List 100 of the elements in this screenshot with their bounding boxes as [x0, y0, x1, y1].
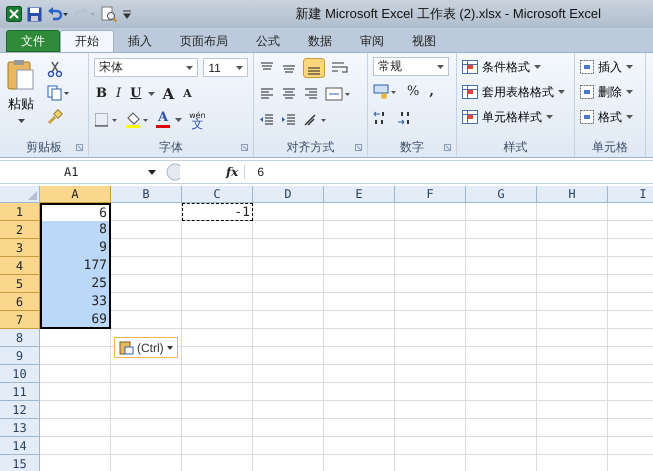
- italic-button[interactable]: I: [114, 86, 124, 102]
- row-header[interactable]: 5: [0, 275, 40, 293]
- table-cell: 69: [40, 311, 111, 329]
- undo-icon[interactable]: [47, 7, 69, 21]
- row-header[interactable]: 7: [0, 311, 40, 329]
- dropdown-arrow-icon: [166, 346, 173, 350]
- dropdown-arrow-icon: [626, 90, 633, 94]
- ribbon-tab[interactable]: 数据: [294, 30, 346, 52]
- table-style-icon: [462, 110, 478, 124]
- increase-indent-icon[interactable]: [281, 112, 297, 126]
- shrink-font-button[interactable]: A: [181, 86, 194, 102]
- column-header[interactable]: E: [324, 186, 395, 203]
- ribbon-tab[interactable]: 视图: [398, 30, 450, 52]
- triangle-icon: [28, 191, 37, 200]
- row-header[interactable]: 3: [0, 239, 40, 257]
- column-header[interactable]: B: [111, 186, 182, 203]
- copy-icon[interactable]: [47, 85, 69, 101]
- column-header[interactable]: F: [395, 186, 466, 203]
- borders-icon[interactable]: [94, 112, 120, 128]
- currency-icon[interactable]: [373, 84, 399, 100]
- column-header[interactable]: H: [537, 186, 608, 203]
- font-size-field[interactable]: 11: [203, 58, 248, 77]
- dropdown-arrow-icon: [236, 66, 243, 70]
- dropdown-arrow-icon: [626, 65, 633, 69]
- styles-menu-button[interactable]: 套用表格格式: [462, 82, 569, 102]
- decrease-indent-icon[interactable]: [259, 112, 275, 126]
- print-preview-icon[interactable]: [101, 6, 117, 22]
- cells-menu-button[interactable]: 格式: [580, 107, 640, 127]
- cells-icon: [580, 110, 594, 124]
- column-header[interactable]: A: [40, 186, 111, 203]
- row-header[interactable]: 6: [0, 293, 40, 311]
- bold-button[interactable]: B: [94, 86, 109, 102]
- ribbon-tab[interactable]: 开始: [60, 30, 114, 52]
- dropdown-arrow-icon: [175, 118, 182, 122]
- cells-menu-button[interactable]: 插入: [580, 57, 640, 77]
- window-title: 新建 Microsoft Excel 工作表 (2).xlsx - Microsoft Excel: [295, 5, 601, 23]
- paste-options-button[interactable]: (Ctrl): [114, 337, 178, 358]
- row-header[interactable]: 12: [0, 401, 40, 419]
- wrap-text-icon[interactable]: [331, 60, 349, 74]
- merge-center-icon[interactable]: [325, 86, 351, 100]
- row-header[interactable]: 15: [0, 455, 40, 471]
- ribbon-tab[interactable]: 插入: [114, 30, 166, 52]
- save-icon[interactable]: [27, 6, 42, 22]
- align-right-icon[interactable]: [303, 86, 319, 100]
- font-color-button[interactable]: A: [156, 111, 170, 128]
- ribbon-tab[interactable]: 公式: [242, 30, 294, 52]
- dropdown-arrow-icon: [18, 119, 24, 123]
- row-header[interactable]: 11: [0, 383, 40, 401]
- fill-color-icon[interactable]: [125, 110, 151, 128]
- column-header[interactable]: D: [253, 186, 324, 203]
- font-name-field[interactable]: 宋体: [94, 58, 198, 77]
- orientation-icon[interactable]: [303, 112, 329, 126]
- dropdown-arrow-icon: [546, 115, 553, 119]
- row-header[interactable]: 1: [0, 203, 40, 221]
- paste-button[interactable]: 粘贴: [5, 57, 37, 137]
- styles-menu-button[interactable]: 条件格式: [462, 57, 569, 77]
- dropdown-arrow-icon: [148, 92, 156, 96]
- splitter-handle-icon[interactable]: [166, 163, 180, 181]
- clipboard-icon: [119, 340, 134, 355]
- column-header[interactable]: I: [608, 186, 653, 203]
- number-format-field[interactable]: 常规: [373, 57, 449, 76]
- table-cell: 8: [40, 221, 111, 239]
- dropdown-arrow-icon: [534, 65, 541, 69]
- row-header[interactable]: 14: [0, 437, 40, 455]
- row-header[interactable]: 2: [0, 221, 40, 239]
- align-center-icon[interactable]: [281, 86, 297, 100]
- insert-function-button[interactable]: fx: [226, 165, 246, 179]
- row-header[interactable]: 8: [0, 329, 40, 347]
- cut-icon[interactable]: [47, 61, 63, 77]
- table-cell: -1: [182, 203, 253, 221]
- table-cell: 33: [40, 293, 111, 311]
- ribbon-tab[interactable]: 文件: [6, 30, 60, 52]
- row-header[interactable]: 9: [0, 347, 40, 365]
- align-bottom-icon[interactable]: [303, 58, 325, 78]
- styles-menu-button[interactable]: 单元格样式: [462, 107, 569, 127]
- table-cell: 177: [40, 257, 111, 275]
- comma-style-button[interactable]: ,: [427, 84, 436, 100]
- ribbon-tab[interactable]: 审阅: [346, 30, 398, 52]
- formula-input[interactable]: 6: [251, 165, 653, 179]
- percent-button[interactable]: %: [405, 84, 422, 100]
- column-header[interactable]: C: [182, 186, 253, 203]
- name-box[interactable]: A1: [0, 162, 160, 182]
- cells-icon: [580, 85, 594, 99]
- group-label: 剪贴板: [26, 138, 62, 156]
- table-style-icon: [462, 60, 478, 74]
- underline-button[interactable]: U: [128, 86, 144, 102]
- row-header[interactable]: 10: [0, 365, 40, 383]
- dropdown-arrow-icon: [626, 115, 633, 119]
- group-label: 样式: [504, 138, 528, 156]
- format-painter-icon[interactable]: [47, 109, 63, 125]
- ribbon-tab[interactable]: 页面布局: [166, 30, 242, 52]
- column-header[interactable]: G: [466, 186, 537, 203]
- dropdown-arrow-icon: [437, 64, 444, 68]
- dropdown-arrow-icon: [558, 90, 565, 94]
- row-header[interactable]: 4: [0, 257, 40, 275]
- align-left-icon[interactable]: [259, 86, 275, 100]
- phonetic-guide-button[interactable]: wén 文: [187, 110, 208, 128]
- cells-menu-button[interactable]: 删除: [580, 82, 640, 102]
- grow-font-button[interactable]: A: [160, 86, 176, 102]
- row-header[interactable]: 13: [0, 419, 40, 437]
